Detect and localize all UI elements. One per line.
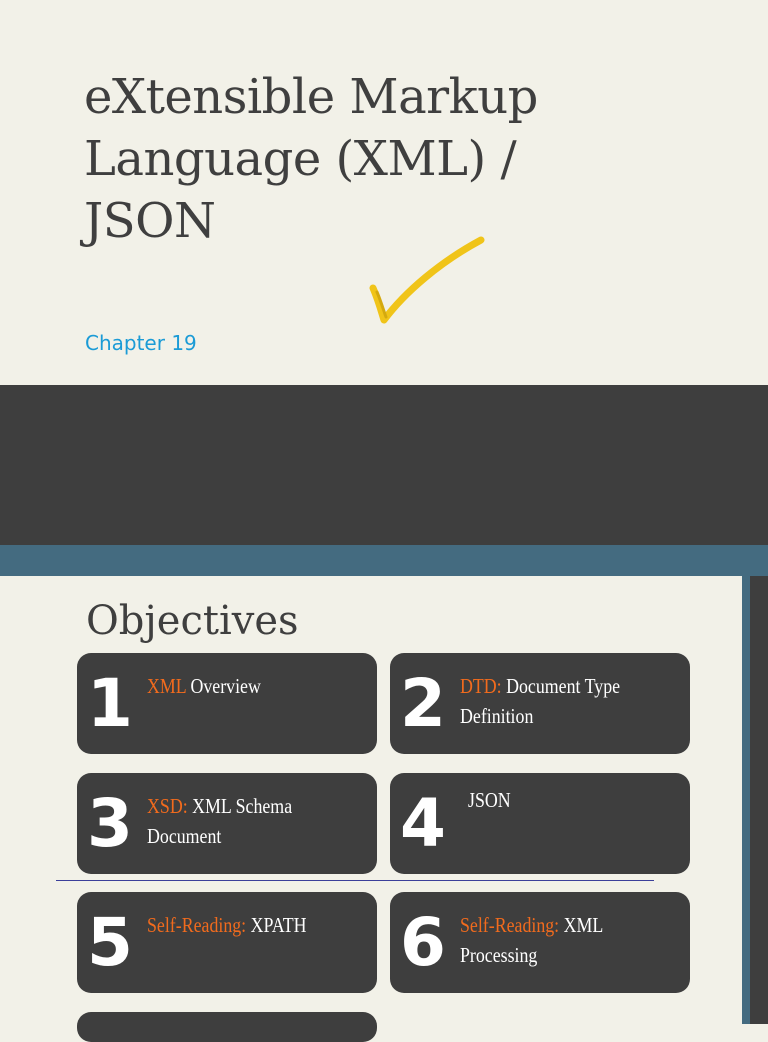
- objectives-heading: Objectives: [86, 598, 299, 644]
- objective-text: XML Overview: [147, 671, 360, 701]
- objective-highlight: Self-Reading:: [147, 913, 247, 937]
- objective-card-3: 3 XSD: XML Schema Document: [77, 773, 377, 874]
- slide-title: eXtensible Markup Language (XML) / JSON: [84, 69, 538, 249]
- objective-highlight: DTD:: [460, 674, 502, 698]
- objective-text: JSON: [468, 785, 681, 815]
- slide-separator-dark: [0, 385, 768, 545]
- objective-card-6: 6 Self-Reading: XML Processing: [390, 892, 690, 993]
- objective-label: Overview: [186, 674, 261, 698]
- objective-text: Self-Reading: XPATH: [147, 910, 360, 940]
- objective-label: XPATH: [246, 913, 307, 937]
- objective-number: 2: [400, 665, 446, 742]
- objective-number: 5: [87, 904, 133, 981]
- objective-card-1: 1 XML Overview: [77, 653, 377, 754]
- objective-text: XSD: XML Schema Document: [147, 791, 360, 851]
- slide-edge-accent: [742, 576, 750, 1024]
- objective-number: 6: [400, 904, 446, 981]
- objective-highlight: XML: [147, 674, 187, 698]
- objective-highlight: Self-Reading:: [460, 913, 560, 937]
- objective-label: JSON: [468, 788, 511, 812]
- objective-highlight: XSD:: [147, 794, 188, 818]
- checkmark-icon: [369, 236, 485, 324]
- objective-text: DTD: Document Type Definition: [460, 671, 673, 731]
- objective-number: 1: [87, 665, 133, 742]
- slide-subtitle: Chapter 19: [85, 331, 197, 355]
- objective-card-partial: [77, 1012, 377, 1042]
- objective-text: Self-Reading: XML Processing: [460, 910, 673, 970]
- objective-card-5: 5 Self-Reading: XPATH: [77, 892, 377, 993]
- objective-card-2: 2 DTD: Document Type Definition: [390, 653, 690, 754]
- objective-number: 3: [87, 785, 133, 862]
- slide-separator-blue: [0, 545, 768, 576]
- objective-number: 4: [400, 785, 446, 862]
- slide-edge-dark: [750, 576, 768, 1024]
- divider-line: [56, 880, 654, 881]
- objective-card-4: 4 JSON: [390, 773, 690, 874]
